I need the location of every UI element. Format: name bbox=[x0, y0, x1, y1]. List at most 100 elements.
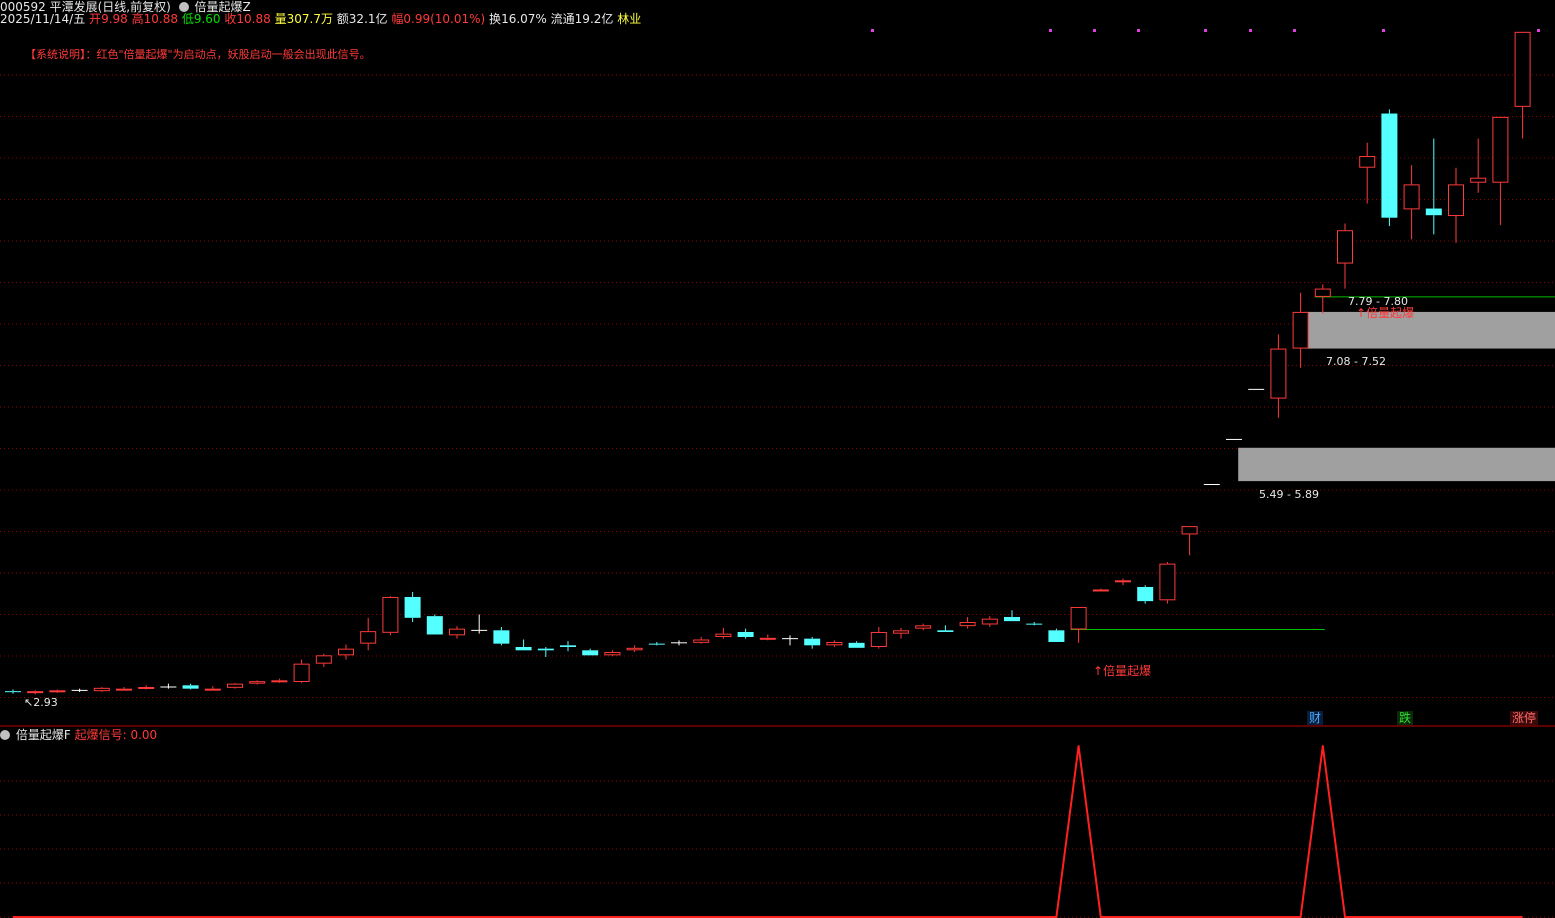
candle-body bbox=[693, 639, 710, 643]
candle bbox=[1181, 526, 1198, 556]
candle bbox=[404, 591, 421, 622]
signal-arrow-b-icon: ↑ bbox=[1356, 306, 1367, 320]
candle-body bbox=[27, 691, 44, 694]
top-marker bbox=[1204, 29, 1207, 32]
candle-body bbox=[915, 625, 932, 629]
candle bbox=[693, 636, 710, 644]
candle bbox=[1292, 292, 1309, 368]
candle bbox=[1048, 628, 1065, 642]
candle bbox=[959, 616, 976, 629]
candle bbox=[249, 680, 266, 685]
signal-text-b: 倍量起爆 bbox=[1366, 306, 1415, 320]
candle bbox=[49, 689, 66, 693]
candle-body bbox=[515, 646, 532, 651]
candle-body bbox=[715, 633, 732, 637]
candle bbox=[382, 596, 399, 636]
candle-body bbox=[1425, 208, 1442, 216]
candle bbox=[1359, 142, 1376, 204]
candle-body bbox=[1403, 184, 1420, 210]
candle-body bbox=[1092, 589, 1109, 592]
badge-limit-up[interactable]: 涨停 bbox=[1510, 711, 1539, 725]
candle-body bbox=[360, 631, 377, 644]
candle bbox=[626, 645, 643, 652]
signal-point bbox=[1321, 745, 1324, 747]
candle bbox=[848, 641, 865, 648]
signal-point bbox=[1077, 745, 1080, 747]
zone-low-label: 5.49 - 5.89 bbox=[1259, 488, 1319, 501]
candle bbox=[293, 659, 310, 683]
candle-body bbox=[804, 638, 821, 646]
candle bbox=[1026, 621, 1043, 626]
candle bbox=[515, 639, 532, 651]
candle bbox=[116, 686, 132, 691]
candle-body bbox=[648, 643, 665, 645]
badge-finance[interactable]: 财 bbox=[1307, 711, 1324, 725]
candle-body bbox=[404, 596, 421, 618]
candle bbox=[937, 625, 954, 632]
candle-body bbox=[870, 631, 887, 647]
candle-body bbox=[959, 621, 976, 627]
candle bbox=[826, 640, 843, 647]
candle bbox=[471, 614, 488, 634]
signal-chart[interactable] bbox=[0, 727, 1555, 918]
candle bbox=[981, 616, 998, 627]
candle-body bbox=[449, 628, 465, 636]
price-zone bbox=[1238, 447, 1555, 482]
candle bbox=[893, 627, 909, 639]
candle bbox=[227, 682, 243, 689]
top-marker bbox=[1049, 29, 1052, 32]
badge-fall[interactable]: 跌 bbox=[1397, 711, 1414, 725]
candlestick-chart[interactable] bbox=[0, 0, 1555, 727]
signal-arrow-a-icon: ↑ bbox=[1093, 664, 1104, 678]
candle-body bbox=[1470, 177, 1487, 183]
candle bbox=[1381, 109, 1398, 227]
candle bbox=[1070, 606, 1087, 643]
candle-body bbox=[582, 650, 599, 656]
candle-body bbox=[116, 688, 132, 691]
candle bbox=[582, 648, 599, 656]
candle-body bbox=[1381, 113, 1398, 218]
candle-body bbox=[93, 687, 110, 692]
candle bbox=[1492, 116, 1509, 226]
candle-body bbox=[1137, 586, 1154, 602]
signal-label-a: ↑倍量起爆 bbox=[1093, 662, 1151, 679]
candle-body bbox=[981, 618, 998, 625]
candle-body bbox=[338, 648, 354, 656]
signal-text-a: 倍量起爆 bbox=[1103, 664, 1152, 678]
candle-body bbox=[1026, 623, 1043, 625]
candle bbox=[5, 689, 21, 694]
candle bbox=[1314, 284, 1331, 314]
candle bbox=[1004, 610, 1020, 622]
top-marker bbox=[1093, 29, 1096, 32]
candle-body bbox=[1070, 606, 1087, 630]
candle bbox=[604, 650, 621, 657]
top-marker bbox=[871, 29, 874, 32]
candle-body bbox=[1181, 526, 1198, 535]
candle bbox=[1115, 578, 1131, 586]
candle bbox=[870, 626, 887, 649]
top-marker bbox=[1537, 29, 1540, 32]
candle bbox=[1137, 585, 1154, 604]
candle-body bbox=[204, 688, 221, 691]
top-marker bbox=[1382, 29, 1385, 32]
candle bbox=[160, 683, 177, 689]
candle-body bbox=[249, 681, 266, 684]
candle bbox=[182, 683, 199, 690]
candle-body bbox=[848, 642, 865, 648]
candle bbox=[1514, 31, 1531, 139]
candle-body bbox=[1359, 156, 1376, 168]
candle bbox=[449, 626, 465, 639]
candle-body bbox=[1115, 580, 1131, 583]
candle-body bbox=[271, 680, 288, 683]
candle bbox=[537, 646, 554, 657]
candle-body bbox=[227, 683, 243, 688]
candle bbox=[315, 653, 332, 667]
candle-body bbox=[293, 663, 310, 682]
candle bbox=[93, 686, 110, 692]
candle-body bbox=[182, 685, 199, 689]
candle-body bbox=[937, 630, 954, 632]
candle-body bbox=[560, 645, 576, 647]
candle-body bbox=[1159, 563, 1176, 601]
candle-body bbox=[537, 648, 554, 651]
candle bbox=[915, 623, 932, 631]
